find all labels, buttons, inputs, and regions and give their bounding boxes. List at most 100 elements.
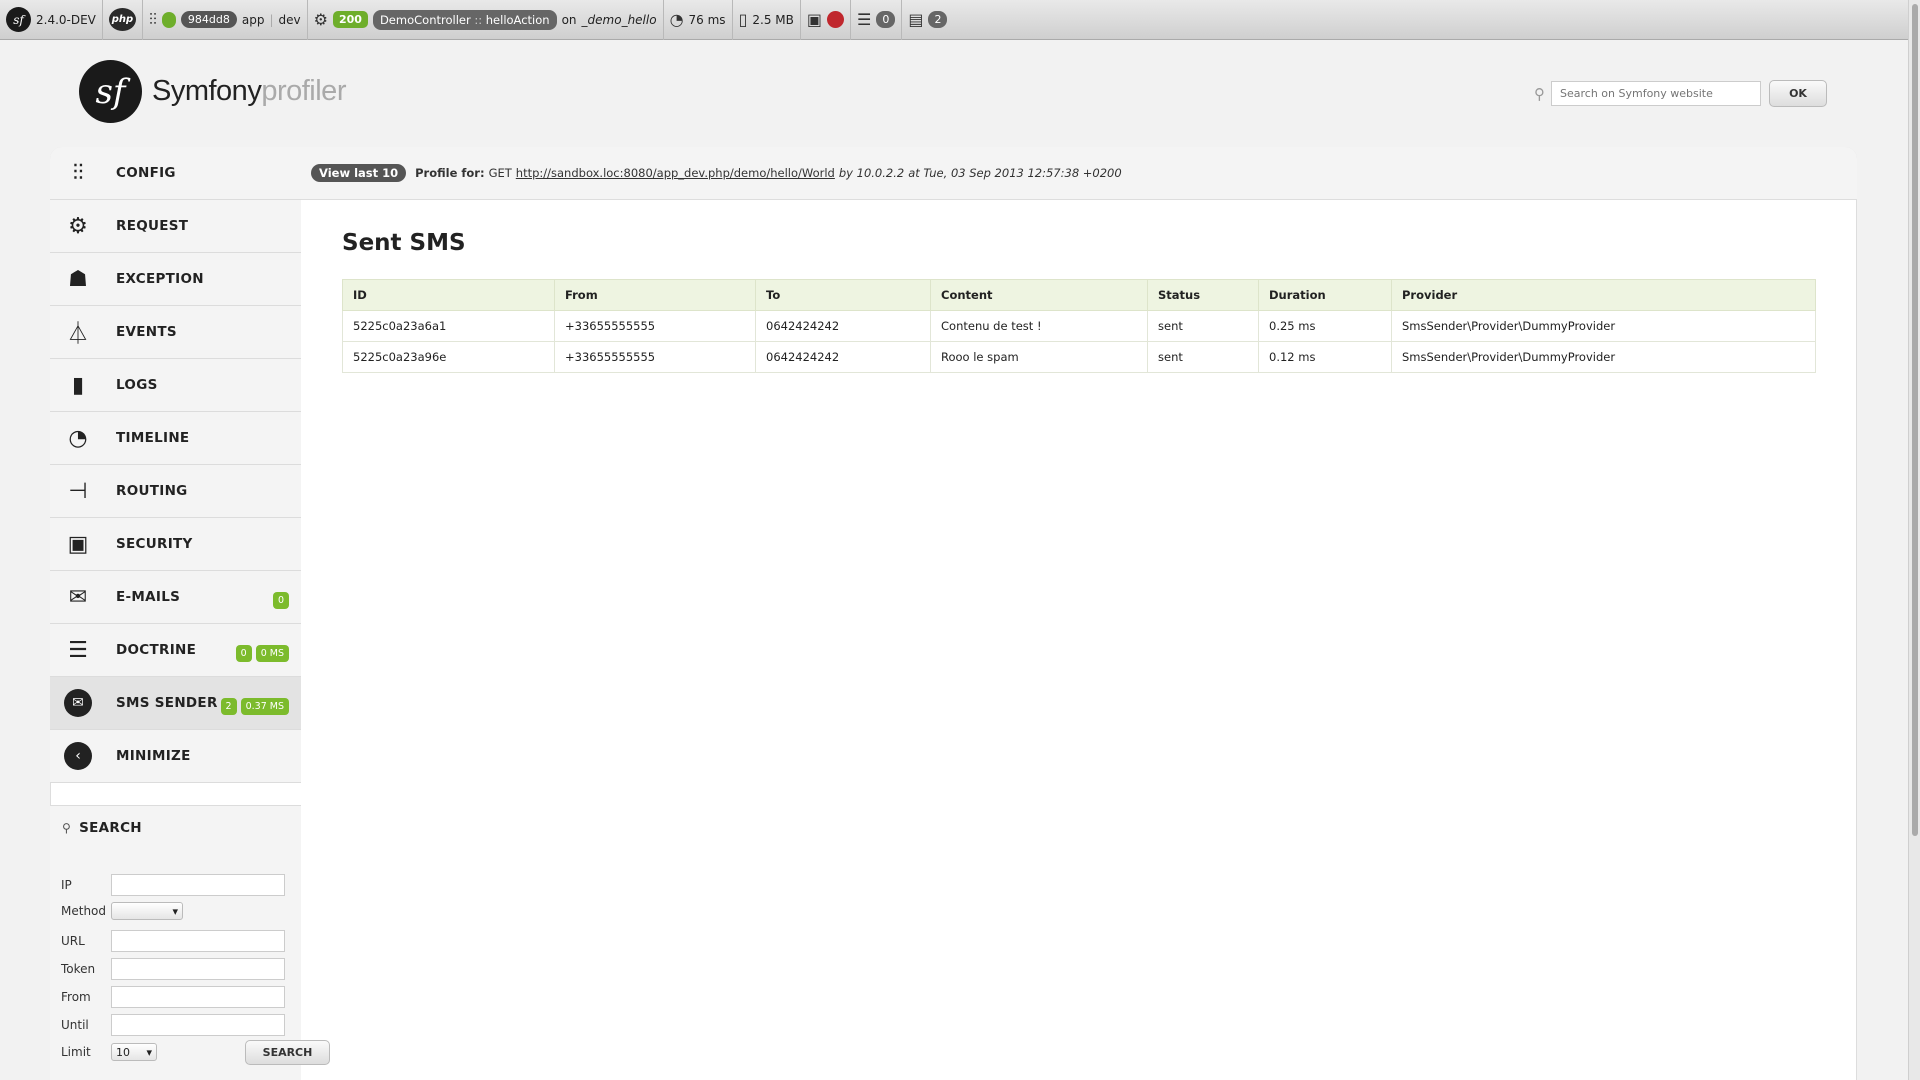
nav-item-security[interactable]: ▣ SECURITY	[50, 518, 301, 571]
search-token-row: Token	[61, 958, 296, 980]
table-row: 5225c0a23a6a1 +33655555555 0642424242 Co…	[342, 310, 1816, 342]
nav-item-doctrine[interactable]: ☰ DOCTRINE 0 0 MS	[50, 624, 301, 677]
nav-item-routing[interactable]: ⊣ ROUTING	[50, 465, 301, 518]
method-select[interactable]: ▾	[111, 902, 183, 920]
chevron-left-icon: ‹	[50, 742, 106, 770]
url-label: URL	[61, 934, 85, 948]
chevron-circle: ‹	[64, 742, 92, 770]
page-title: Sent SMS	[342, 230, 466, 256]
cell-to: 0642424242	[755, 341, 931, 373]
until-input[interactable]	[111, 1014, 285, 1036]
toolbar-app-name: app	[241, 12, 265, 27]
cell-status: sent	[1147, 341, 1259, 373]
toolbar-db[interactable]: ☰ 0	[851, 0, 903, 40]
limit-label: Limit	[61, 1045, 91, 1059]
id-card-icon: ▣	[806, 9, 822, 29]
nav-item-logs[interactable]: ▮ LOGS	[50, 359, 301, 412]
table-row: 5225c0a23a96e +33655555555 0642424242 Ro…	[342, 341, 1816, 373]
search-icon: ⚲	[62, 821, 72, 835]
nav-item-request[interactable]: ⚙ REQUEST	[50, 200, 301, 253]
nav-item-minimize[interactable]: ‹ MINIMIZE	[50, 730, 301, 783]
profile-for-label: Profile for:	[415, 166, 485, 180]
limit-value: 10	[116, 1045, 130, 1059]
nav-item-timeline[interactable]: ◔ TIMELINE	[50, 412, 301, 465]
query-time-badge: 0 MS	[255, 644, 289, 662]
nav-item-label: SMS SENDER	[116, 695, 218, 711]
column-header: From	[554, 279, 756, 311]
php-logo-icon: php	[108, 8, 136, 31]
chevron-down-icon: ▾	[172, 904, 178, 918]
toolbar-version-text: 2.4.0-DEV	[36, 12, 96, 27]
search-panel: ⚲ SEARCH IP Method ▾ URL Token From Unti…	[50, 805, 330, 1080]
column-header: To	[755, 279, 931, 311]
nav-item-label: MINIMIZE	[116, 748, 191, 764]
site-search-ok-button[interactable]: OK	[1769, 80, 1827, 107]
nav-item-label: REQUEST	[116, 218, 189, 234]
toolbar-memory-value: 2.5 MB	[752, 12, 794, 27]
gears-icon: ⚙	[68, 213, 88, 239]
ip-input[interactable]	[111, 874, 285, 896]
nav-item-label: CONFIG	[116, 165, 176, 181]
cell-status: sent	[1147, 310, 1259, 342]
search-submit-button[interactable]: SEARCH	[245, 1040, 330, 1065]
toolbar-timer[interactable]: ◔ 76 ms	[664, 0, 733, 40]
limit-select[interactable]: 10 ▾	[111, 1043, 157, 1061]
nav-item-events[interactable]: ⏃ EVENTS	[50, 306, 301, 359]
column-header: Provider	[1391, 279, 1816, 311]
nav-badges: 0	[272, 571, 289, 624]
table-header-row: ID From To Content Status Duration Provi…	[342, 279, 1816, 311]
nav-item-sms-sender[interactable]: ✉ SMS SENDER 2 0.37 MS	[50, 677, 301, 730]
toolbar-env: dev	[278, 12, 301, 27]
logo-text-profiler: profiler	[261, 75, 346, 107]
toolbar-memory[interactable]: ▯ 2.5 MB	[733, 0, 801, 40]
column-header: Status	[1147, 279, 1259, 311]
symfony-logo-icon: sf	[79, 60, 142, 123]
search-title-text: SEARCH	[79, 820, 142, 836]
memory-icon: ▯	[738, 9, 748, 29]
profile-summary-bar: View last 10 Profile for: GET http://san…	[301, 147, 1857, 200]
sms-icon: ▤	[908, 9, 924, 29]
controller-separator: ::	[470, 12, 486, 27]
from-input[interactable]	[111, 986, 285, 1008]
nav-item-emails[interactable]: ✉ E-MAILS 0	[50, 571, 301, 624]
symfony-logo-icon: sf	[6, 7, 31, 32]
toolbar-php[interactable]: php	[103, 0, 143, 40]
sms-icon: ✉	[50, 689, 106, 717]
toolbar-sms[interactable]: ▤ 2	[902, 0, 953, 40]
vertical-scrollbar[interactable]	[1908, 0, 1920, 1080]
toolbar-request[interactable]: ⚙ 200 DemoController :: helloAction on _…	[308, 0, 664, 40]
toolbar-sms-count: 2	[928, 11, 948, 28]
site-search-input[interactable]	[1551, 81, 1761, 106]
cell-to: 0642424242	[755, 310, 931, 342]
token-input[interactable]	[111, 958, 285, 980]
toolbar-security[interactable]: ▣	[801, 0, 851, 40]
site-search: ⚲ OK	[1534, 80, 1827, 107]
nav-item-exception[interactable]: ☗ EXCEPTION	[50, 253, 301, 306]
stopwatch-icon: ◔	[669, 9, 684, 29]
profile-method: GET	[488, 166, 512, 180]
toolbar-config[interactable]: ⫶⫶ 984dd8 app | dev	[143, 0, 308, 40]
view-last-button[interactable]: View last 10	[311, 164, 407, 182]
id-card-icon: ▣	[67, 531, 89, 557]
scrollbar-thumb[interactable]	[1912, 4, 1918, 836]
column-header: Content	[930, 279, 1148, 311]
nav-item-label: EXCEPTION	[116, 271, 204, 287]
nav-item-label: LOGS	[116, 377, 158, 393]
nav-badges: 2 0.37 MS	[220, 677, 289, 730]
search-until-row: Until	[61, 1014, 296, 1036]
profiler-logo[interactable]: sf Symfony profiler	[79, 60, 346, 123]
gears-icon: ⚙	[313, 9, 328, 29]
profile-url-link[interactable]: http://sandbox.loc:8080/app_dev.php/demo…	[516, 166, 835, 180]
cell-id: 5225c0a23a6a1	[342, 310, 555, 342]
nav-item-config[interactable]: ⫶⫶ CONFIG	[50, 147, 301, 200]
search-from-row: From	[61, 986, 296, 1008]
cell-content: Contenu de test !	[930, 310, 1148, 342]
nav-item-label: TIMELINE	[116, 430, 190, 446]
controller-class: DemoController	[379, 12, 471, 27]
signpost-icon: ⊣	[68, 478, 88, 504]
toolbar-version[interactable]: sf 2.4.0-DEV	[0, 0, 103, 40]
url-input[interactable]	[111, 930, 285, 952]
controller-action: helloAction	[485, 12, 550, 27]
search-panel-title: ⚲ SEARCH	[62, 820, 142, 836]
toolbar-token[interactable]: 984dd8	[180, 11, 237, 28]
